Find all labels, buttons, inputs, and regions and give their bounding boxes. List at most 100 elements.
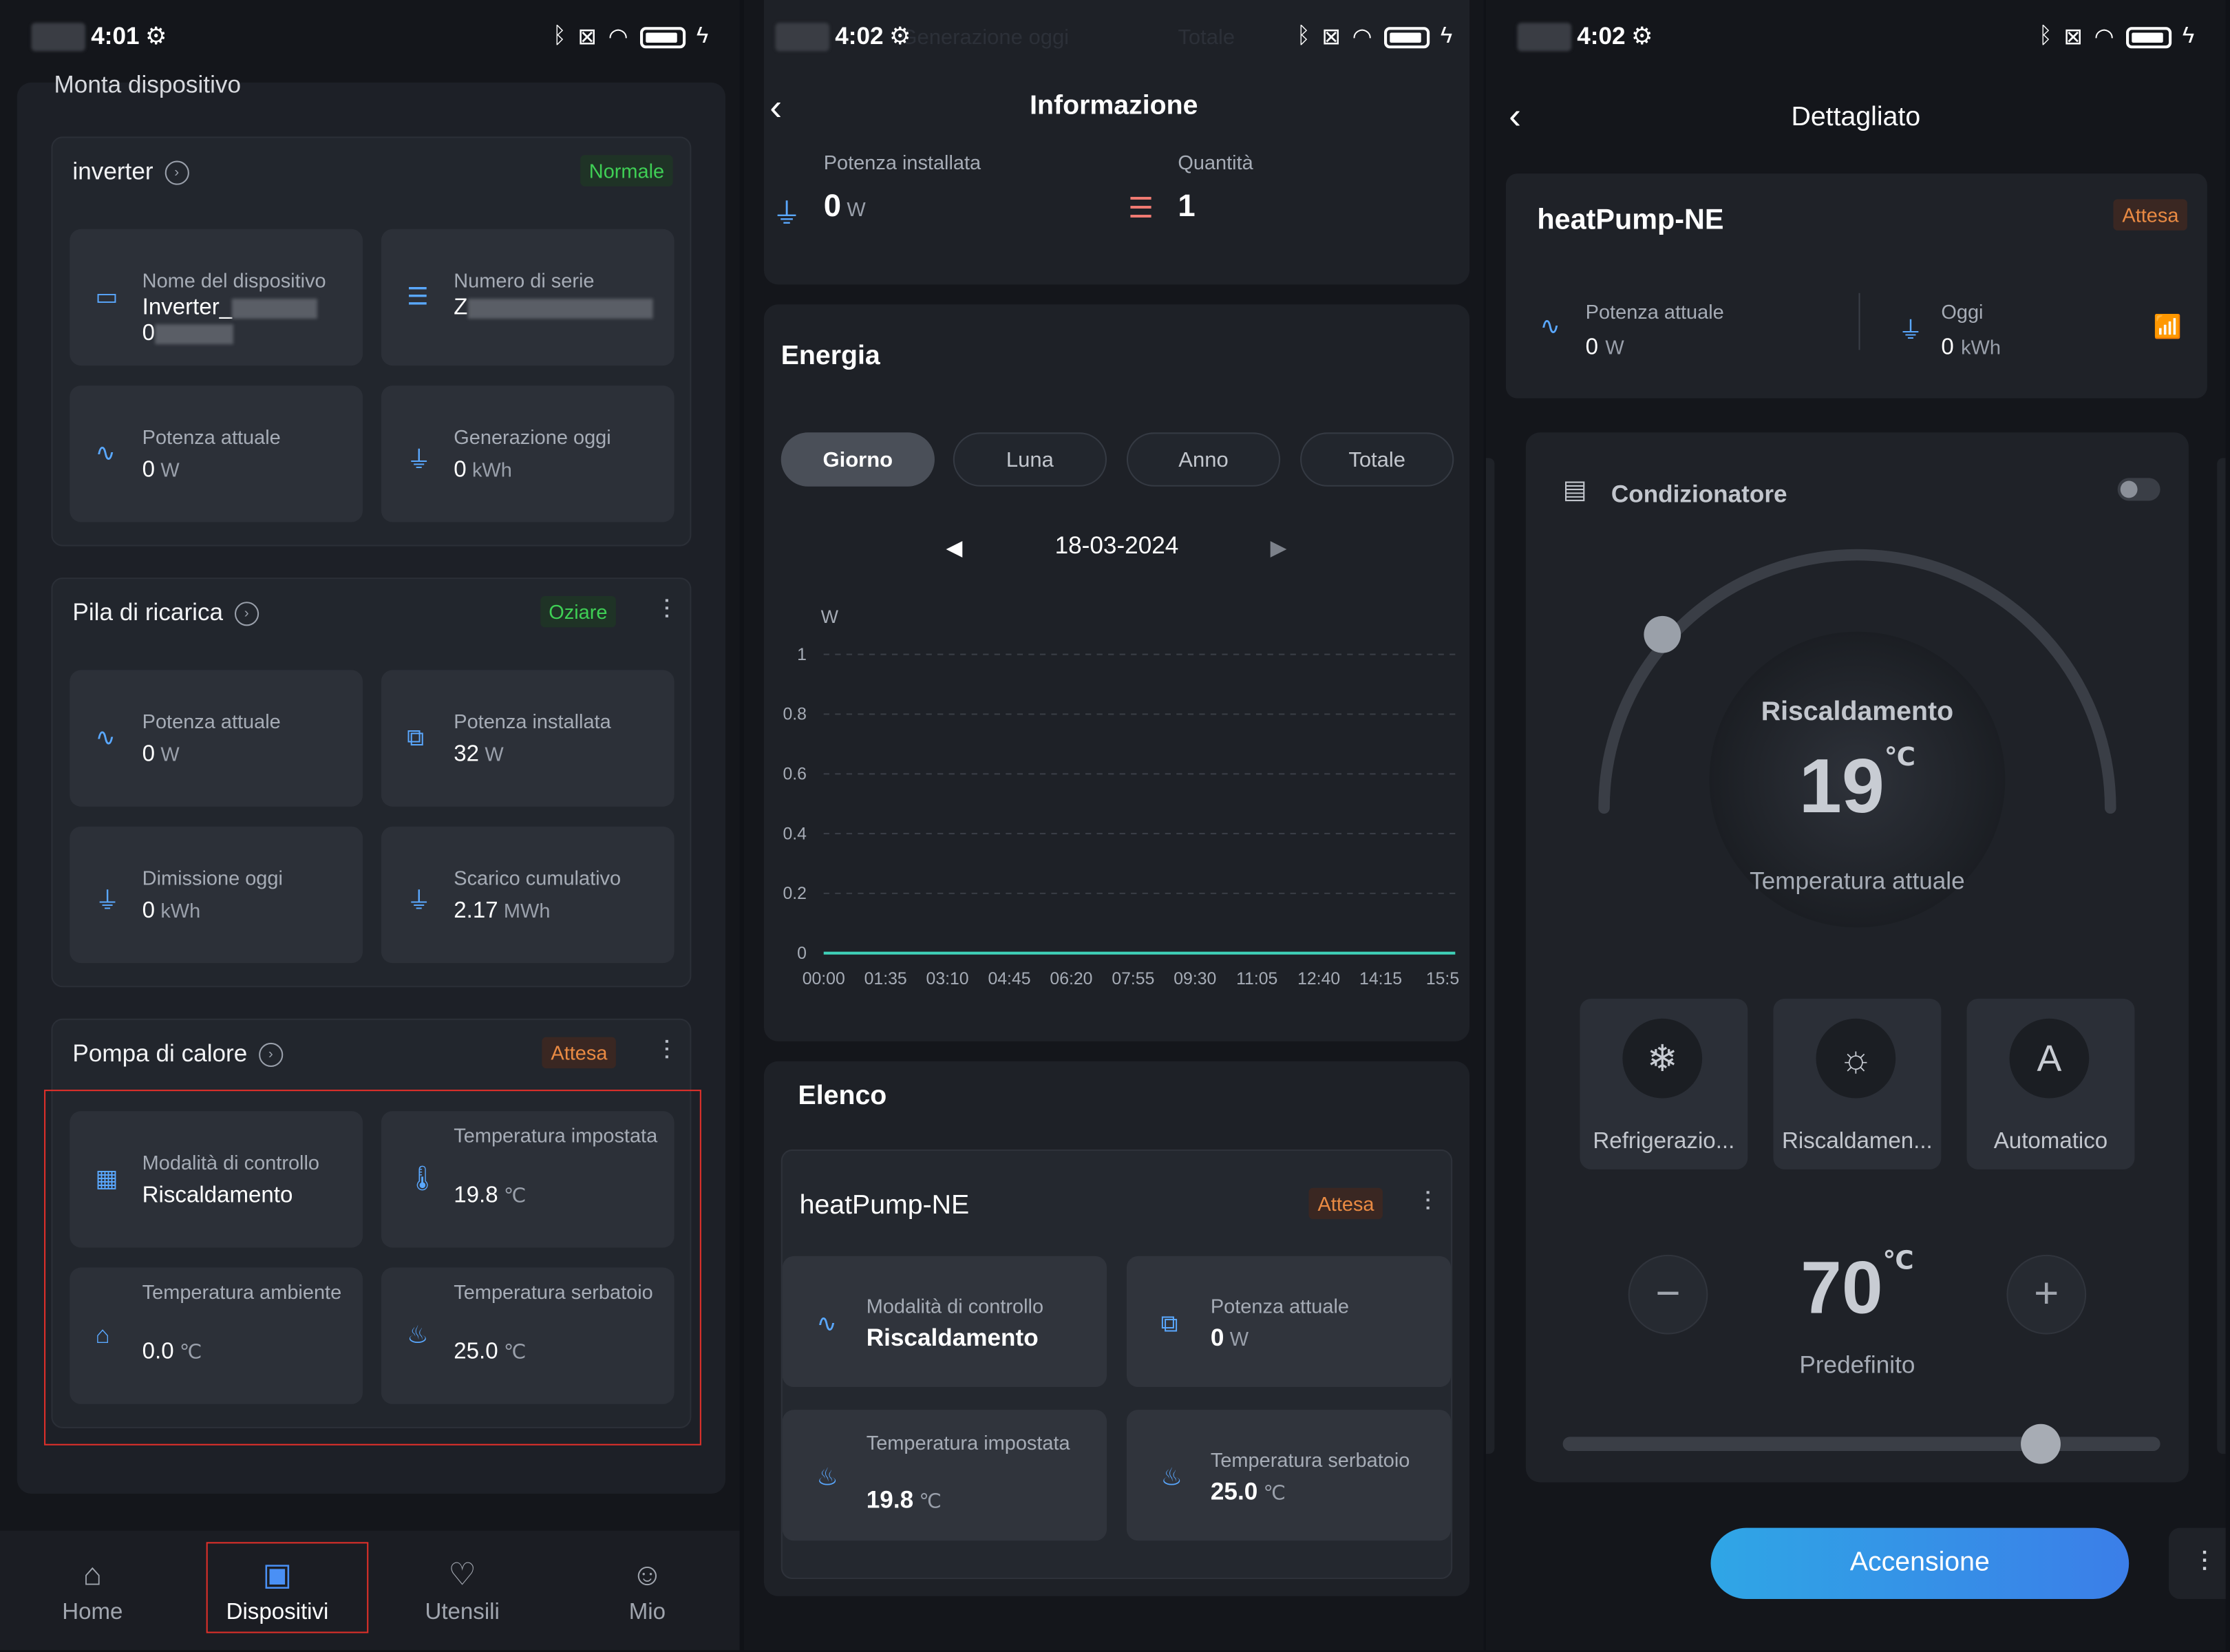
energy-icon: ⏚: [95, 887, 120, 915]
current-temp: 19℃: [1526, 743, 2189, 831]
redacted-block: [31, 23, 86, 52]
bottom-nav: ⌂ Home ▣ Dispositivi ♡ Utensili ☺ Mio: [0, 1530, 740, 1651]
card-value: 19.8 ℃: [867, 1487, 942, 1515]
temp-number: 19: [1798, 743, 1884, 829]
chevron-right-icon[interactable]: ›: [234, 601, 259, 626]
y-axis-label: W: [821, 606, 839, 627]
redacted-block: [467, 298, 653, 319]
control-mode-card: ∿ Modalità di controllo Riscaldamento: [782, 1256, 1107, 1388]
tab-day[interactable]: Giorno: [780, 432, 935, 487]
date-label: 18-03-2024: [1054, 531, 1179, 560]
current-power-label: Potenza attuale: [1585, 300, 1724, 324]
status-icons: ᛒ ⊠ ◠ ϟ: [553, 23, 708, 51]
mode-cooling-button[interactable]: ❄ Refrigerazio...: [1580, 998, 1748, 1169]
mode-heating-button[interactable]: ☼ Riscaldamen...: [1773, 998, 1942, 1169]
mode-label: Riscaldamento: [1761, 697, 1954, 728]
card-label: Potenza installata: [454, 710, 611, 733]
card-value: 0 kWh: [454, 458, 512, 483]
snowflake-icon: ❄: [1622, 1018, 1703, 1099]
value-unit: W: [160, 742, 180, 765]
next-date-icon[interactable]: ▶: [1271, 535, 1287, 560]
gear-icon: ⚙: [1631, 23, 1653, 50]
mute-icon: ⊠: [2063, 25, 2083, 50]
settings-sliders-icon[interactable]: ⫶: [663, 1037, 670, 1068]
card-value: 25.0 ℃: [1211, 1478, 1286, 1506]
value-number: 32: [454, 742, 480, 767]
card-value: 0W: [1211, 1324, 1249, 1353]
flame-icon: ♨: [816, 1463, 838, 1491]
x-tick-label: 09:30: [1174, 970, 1216, 988]
y-tick-label: 0.2: [783, 885, 806, 903]
value-number: 0: [823, 187, 842, 224]
increase-button[interactable]: +: [2006, 1254, 2087, 1335]
side-card-edge: [1486, 458, 1495, 1454]
device-name-value2: 0: [142, 321, 156, 346]
value-unit: kWh: [1961, 335, 2001, 359]
temp-number: 70: [1801, 1247, 1883, 1331]
y-tick-label: 0.4: [783, 825, 807, 843]
settings-sliders-icon[interactable]: ⫶: [2169, 1527, 2226, 1599]
nav-tools[interactable]: ♡ Utensili: [370, 1531, 555, 1651]
tank-icon: ♨: [1160, 1463, 1183, 1491]
inverter-section: inverter › Normale ▭ Nome del dispositiv…: [51, 136, 692, 547]
inverter-title[interactable]: inverter ›: [72, 158, 189, 186]
nav-home[interactable]: ⌂ Home: [0, 1531, 185, 1651]
x-tick-label: 11:05: [1236, 970, 1277, 988]
value-number: 2.17: [454, 899, 498, 924]
energy-card: Energia Giorno Luna Anno Totale ◀ 18-03-…: [763, 304, 1470, 1041]
status-bar: 4:02 ⚙ ᛒ ⊠ ◠ ϟ: [744, 0, 1484, 74]
device-list-screen: 4:01 ⚙ ᛒ ⊠ ◠ ϟ Monta dispositivo inverte…: [0, 0, 740, 1651]
tab-year[interactable]: Anno: [1126, 432, 1281, 487]
value-unit: ℃: [1263, 1481, 1286, 1504]
slider-knob[interactable]: [2021, 1423, 2061, 1464]
redacted-block: [1517, 23, 1572, 52]
heatpump-title[interactable]: Pompa di calore ›: [72, 1040, 283, 1068]
ac-label: Condizionatore: [1611, 480, 1787, 508]
card-label: Dimissione oggi: [142, 866, 283, 889]
user-icon: ☺: [631, 1555, 663, 1591]
heatpump-item[interactable]: heatPump-NE Attesa ⫶ ∿ Modalità di contr…: [780, 1149, 1453, 1580]
mute-icon: ⊠: [577, 25, 597, 50]
redacted-block: [155, 324, 233, 344]
charging-icon: ϟ: [2182, 24, 2195, 49]
ac-toggle[interactable]: [2117, 478, 2160, 501]
chevron-right-icon[interactable]: ›: [258, 1041, 283, 1066]
detail-screen: 4:02 ⚙ ᛒ ⊠ ◠ ϟ ‹ Dettagliato heatPump-NE…: [1486, 0, 2226, 1651]
mode-auto-button[interactable]: A Automatico: [1966, 998, 2135, 1169]
settings-sliders-icon[interactable]: ⫶: [1424, 1188, 1431, 1219]
charger-title[interactable]: Pila di ricarica ›: [72, 599, 259, 627]
current-temp-label: Temperatura attuale: [1750, 867, 1965, 895]
settings-sliders-icon[interactable]: ⫶: [663, 596, 670, 627]
power-on-button[interactable]: Accensione: [1710, 1527, 2130, 1599]
nav-me[interactable]: ☺ Mio: [555, 1531, 740, 1651]
quantity-value: 1: [1178, 187, 1196, 224]
chevron-right-icon[interactable]: ›: [164, 160, 189, 184]
x-tick-label: 12:40: [1297, 970, 1340, 988]
status-icons: ᛒ ⊠ ◠ ϟ: [1297, 23, 1452, 51]
installed-power-card: ⧉ Potenza installata 32 W: [381, 670, 675, 807]
tab-month[interactable]: Luna: [953, 432, 1107, 487]
temperature-slider[interactable]: [1562, 1423, 2160, 1464]
serial-number-card: ☰ Numero di serie Z: [381, 229, 675, 366]
x-tick-label: 04:45: [988, 970, 1030, 988]
card-value: 32 W: [454, 743, 503, 768]
charging-icon: ϟ: [1440, 24, 1453, 49]
card-label: Numero di serie: [454, 268, 595, 292]
list-title: Elenco: [798, 1081, 887, 1112]
today-label: Oggi: [1941, 300, 1984, 324]
card-value: Inverter_ 0: [142, 296, 318, 347]
thermostat-card: ▤ Condizionatore Riscaldamento 19℃ Tempe…: [1525, 432, 2189, 1483]
trend-chart-icon[interactable]: 📶: [2153, 313, 2181, 341]
value-unit: ℃: [919, 1489, 942, 1512]
card-label: Generazione oggi: [454, 425, 611, 449]
status-badge: Attesa: [542, 1037, 616, 1069]
tab-total[interactable]: Totale: [1300, 432, 1454, 487]
status-time: 4:02: [1577, 23, 1626, 50]
value-number: 25.0: [1210, 1478, 1258, 1505]
sun-icon: ☼: [1816, 1018, 1896, 1099]
gear-icon: ⚙: [145, 23, 167, 50]
device-list-card: Elenco heatPump-NE Attesa ⫶ ∿ Modalità d…: [763, 1061, 1470, 1596]
set-temperature-card: ♨ Temperatura impostata 19.8 ℃: [782, 1410, 1107, 1541]
status-badge: Attesa: [2114, 199, 2187, 231]
pulse-icon: ∿: [95, 723, 116, 752]
